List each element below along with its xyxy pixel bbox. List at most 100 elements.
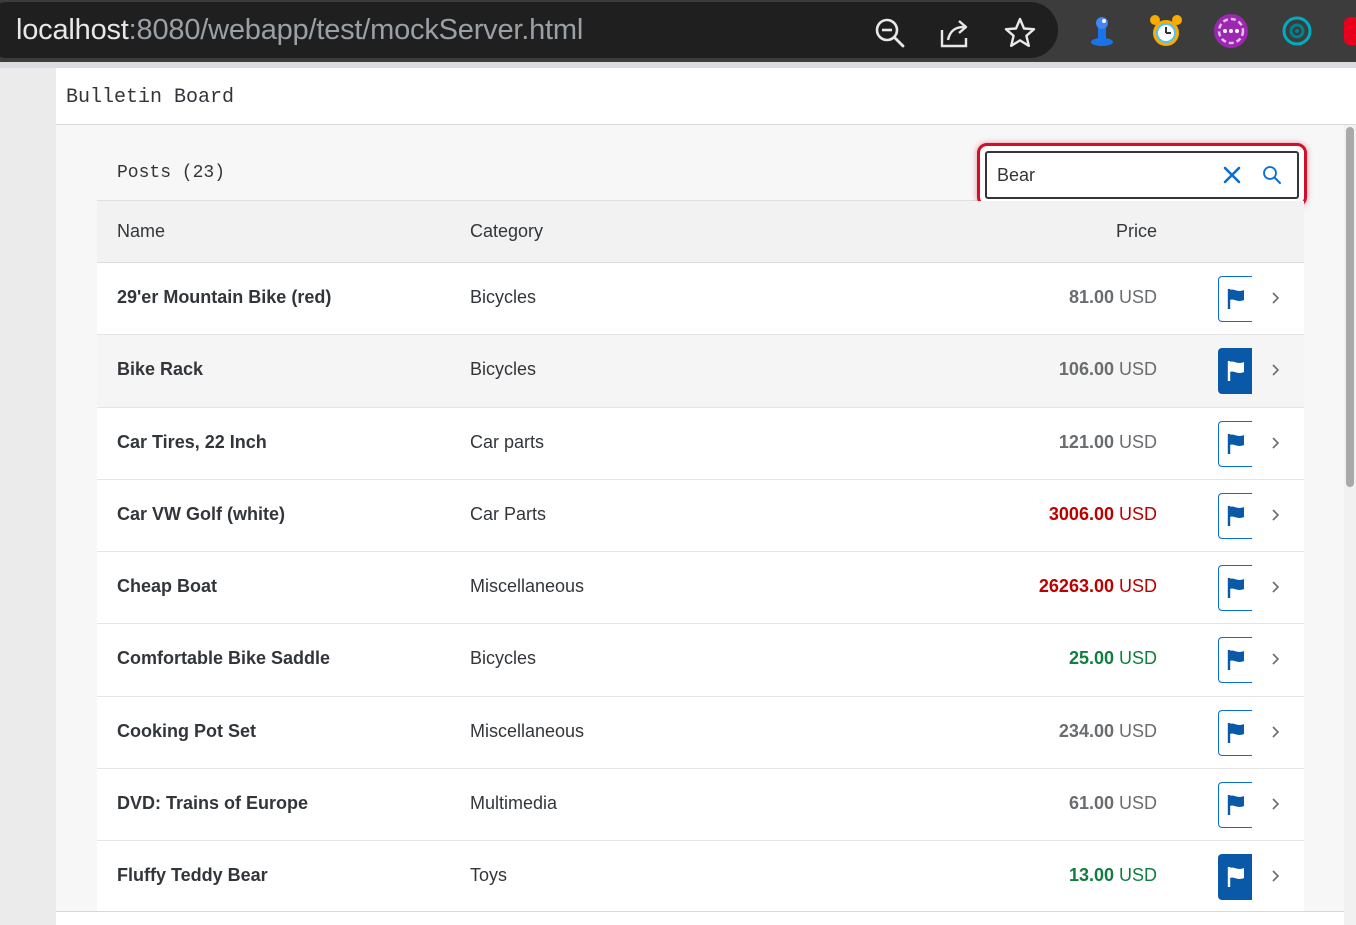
flag-icon	[1227, 578, 1244, 599]
price-value: 81.00	[1068, 287, 1114, 307]
chevron-right-icon[interactable]	[1269, 359, 1283, 381]
flag-toggle-button[interactable]	[1218, 637, 1252, 684]
cell-category: Miscellaneous	[470, 720, 585, 741]
table-row[interactable]: Bike Rack Bicycles 106.00 USD	[97, 335, 1304, 408]
cell-price: 61.00 USD	[1069, 793, 1157, 814]
price-currency: USD	[1118, 503, 1157, 524]
flag-toggle-button[interactable]	[1218, 348, 1252, 395]
price-value: 25.00	[1068, 648, 1114, 669]
flag-toggle-button[interactable]	[1218, 492, 1252, 539]
cell-name: Cheap Boat	[117, 576, 218, 597]
address-bar[interactable]: i localhost:8080/webapp/test/mockServer.…	[0, 2, 1058, 58]
search-field[interactable]	[985, 151, 1299, 199]
cell-price: 121.00 USD	[1059, 432, 1157, 453]
flag-toggle-button[interactable]	[1218, 420, 1252, 467]
zoom-out-icon[interactable]	[873, 16, 907, 50]
flag-icon	[1227, 361, 1244, 382]
flag-icon	[1227, 795, 1244, 816]
share-icon[interactable]	[938, 16, 972, 50]
price-currency: USD	[1118, 287, 1157, 307]
cell-price: 3006.00 USD	[1049, 504, 1157, 525]
price-value: 106.00	[1058, 359, 1114, 380]
column-header-name[interactable]: Name	[117, 221, 165, 242]
price-currency: USD	[1118, 359, 1157, 380]
app-content: Posts (23) Name Category Price 29'e	[56, 125, 1344, 925]
flag-icon	[1227, 289, 1244, 309]
cell-price: 81.00 USD	[1069, 287, 1157, 308]
cell-name: Car VW Golf (white)	[117, 503, 285, 524]
chevron-right-icon[interactable]	[1269, 793, 1283, 815]
table-row[interactable]: Car VW Golf (white) Car Parts 3006.00 USD	[97, 479, 1304, 553]
flag-toggle-button[interactable]	[1218, 854, 1252, 901]
table-body: 29'er Mountain Bike (red) Bicycles 81.00 US…	[97, 263, 1304, 914]
vertical-scrollbar[interactable]	[1344, 125, 1356, 925]
cell-price: 106.00 USD	[1059, 359, 1157, 380]
url-text[interactable]: localhost:8080/webapp/test/mockServer.ht…	[16, 14, 583, 47]
close-icon	[1223, 166, 1241, 184]
price-currency: USD	[1118, 648, 1157, 669]
table-row[interactable]: Cheap Boat Miscellaneous 26263.00 USD	[97, 552, 1304, 625]
price-value: 13.00	[1068, 865, 1114, 886]
purple-extension-icon[interactable]	[1212, 12, 1250, 50]
cell-name: DVD: Trains of Europe	[117, 793, 309, 814]
chevron-right-icon[interactable]	[1269, 721, 1283, 743]
cell-name: Cooking Pot Set	[117, 720, 256, 741]
cell-category: Toys	[470, 865, 508, 886]
price-value: 3006.00	[1048, 503, 1114, 524]
alarm-clock-extension-icon[interactable]	[1147, 12, 1185, 50]
search-input[interactable]	[997, 157, 1217, 193]
cell-category: Bicycles	[470, 287, 537, 307]
table-row[interactable]: Fluffy Teddy Bear Toys 13.00 USD	[97, 841, 1304, 914]
table-column-header: Name Category Price	[97, 201, 1304, 263]
clear-search-button[interactable]	[1219, 162, 1245, 188]
flag-icon	[1227, 433, 1244, 454]
chevron-right-icon[interactable]	[1269, 432, 1283, 454]
chevron-right-icon[interactable]	[1269, 865, 1283, 887]
left-gutter	[0, 68, 56, 925]
search-button[interactable]	[1259, 162, 1285, 188]
chevron-right-icon[interactable]	[1269, 576, 1283, 598]
flag-toggle-button[interactable]	[1218, 276, 1252, 322]
flag-toggle-button[interactable]	[1218, 782, 1252, 829]
cell-name: Comfortable Bike Saddle	[117, 648, 331, 669]
app-header: Bulletin Board	[56, 68, 1356, 125]
table-row[interactable]: 29'er Mountain Bike (red) Bicycles 81.00 US…	[97, 263, 1304, 336]
table-row[interactable]: DVD: Trains of Europe Multimedia 61.00 USD	[97, 769, 1304, 842]
cell-price: 234.00 USD	[1059, 721, 1157, 742]
url-path: :8080/webapp/test/mockServer.html	[128, 14, 584, 46]
price-value: 121.00	[1058, 431, 1114, 452]
table-row[interactable]: Cooking Pot Set Miscellaneous 234.00 USD	[97, 696, 1304, 770]
chevron-right-icon[interactable]	[1269, 504, 1283, 526]
flag-toggle-button[interactable]	[1218, 565, 1252, 612]
table-bottom-edge	[56, 911, 1344, 925]
scrollbar-thumb[interactable]	[1346, 127, 1354, 487]
chevron-right-icon[interactable]	[1269, 648, 1283, 670]
cell-price: 13.00 USD	[1069, 865, 1157, 886]
price-value: 61.00	[1068, 793, 1114, 814]
price-currency: USD	[1118, 720, 1157, 741]
price-value: 26263.00	[1038, 576, 1114, 597]
teal-extension-icon[interactable]	[1278, 12, 1316, 50]
cell-name: 29'er Mountain Bike (red)	[117, 287, 332, 307]
flag-toggle-button[interactable]	[1218, 709, 1252, 756]
page-title: Bulletin Board	[66, 86, 235, 109]
column-header-price[interactable]: Price	[1116, 221, 1157, 242]
bookmark-star-icon[interactable]	[1003, 16, 1037, 50]
cell-category: Bicycles	[470, 648, 537, 669]
table-row[interactable]: Car Tires, 22 Inch Car parts 121.00 USD	[97, 407, 1304, 480]
flag-icon	[1227, 505, 1244, 526]
search-icon	[1263, 166, 1281, 184]
price-currency: USD	[1118, 431, 1157, 452]
table-row[interactable]: Comfortable Bike Saddle Bicycles 25.00 USD	[97, 624, 1304, 697]
column-header-category[interactable]: Category	[470, 221, 543, 242]
flag-icon	[1227, 650, 1244, 671]
flag-icon	[1227, 722, 1244, 743]
price-currency: USD	[1118, 793, 1157, 814]
red-extension-icon[interactable]	[1344, 17, 1356, 45]
chevron-right-icon[interactable]	[1269, 287, 1283, 309]
inspector-extension-icon[interactable]	[1083, 12, 1121, 50]
flag-icon	[1227, 867, 1244, 888]
price-currency: USD	[1118, 865, 1157, 886]
browser-toolbar: i localhost:8080/webapp/test/mockServer.…	[0, 0, 1356, 62]
url-host: localhost	[16, 14, 129, 46]
